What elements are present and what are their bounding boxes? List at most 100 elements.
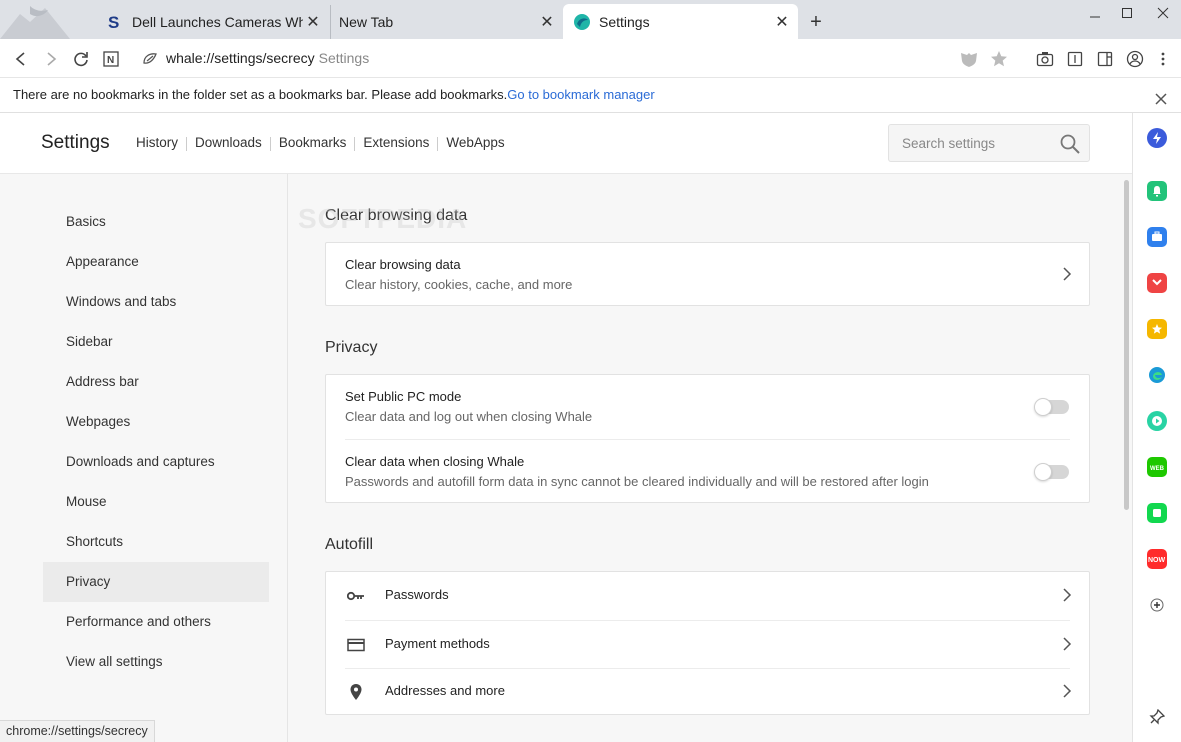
star-bookmark-icon[interactable] [1147,319,1167,339]
naver-home-icon[interactable]: N [100,48,122,70]
reader-mode-icon[interactable] [1064,48,1086,70]
chevron-right-icon [1062,637,1072,651]
bookmarks-bar: There are no bookmarks in the folder set… [0,78,1181,113]
sidebar-item-windows-tabs[interactable]: Windows and tabs [43,282,269,322]
whale-logo [0,0,96,39]
location-pin-icon [347,683,365,701]
page-title: Settings [41,132,110,153]
privacy-card: Set Public PC mode Clear data and log ou… [325,374,1090,503]
profile-icon[interactable] [1124,48,1146,70]
play-icon[interactable] [1147,411,1167,431]
pin-icon[interactable] [1147,707,1167,727]
menu-more-icon[interactable] [1152,48,1174,70]
chevron-right-icon [1062,267,1072,281]
chevron-right-icon [1062,588,1072,602]
row-subtitle: Passwords and autofill form data in sync… [345,474,929,489]
sidebar-item-privacy[interactable]: Privacy [43,562,269,602]
star-icon[interactable] [988,48,1010,70]
forward-icon[interactable] [40,48,62,70]
public-pc-toggle[interactable] [1034,398,1069,416]
clear-browsing-row[interactable]: Clear browsing data Clear history, cooki… [326,243,1089,307]
nav-webapps[interactable]: WebApps [438,135,512,151]
sidebar-item-sidebar[interactable]: Sidebar [43,322,269,362]
url-text: whale://settings/secrecy [166,50,315,66]
add-icon[interactable] [1147,595,1167,615]
whale-sidebar: WEB NOW [1132,113,1181,742]
minimize-icon[interactable] [1078,0,1112,26]
split-view-icon[interactable] [1094,48,1116,70]
tab-new-tab[interactable]: New Tab ✕ [330,5,563,39]
sidebar-item-appearance[interactable]: Appearance [43,242,269,282]
tab-title: Dell Launches Cameras Whose [132,14,303,30]
addresses-label: Addresses and more [385,683,505,698]
nav-bookmarks[interactable]: Bookmarks [271,135,355,151]
square-app-icon[interactable] [1147,503,1167,523]
credit-card-icon [347,636,365,654]
clear-on-close-row: Clear data when closing Whale Passwords … [326,440,1089,504]
edge-icon[interactable] [1147,365,1167,385]
clear-browsing-card[interactable]: Clear browsing data Clear history, cooki… [325,242,1090,306]
passwords-row[interactable]: Passwords [326,572,1089,620]
close-icon[interactable] [1153,86,1169,105]
close-tab-icon[interactable]: ✕ [772,12,792,32]
row-subtitle: Clear history, cookies, cache, and more [345,277,573,292]
svg-text:S: S [108,13,119,31]
close-tab-icon[interactable]: ✕ [303,12,323,32]
sidebar-item-webpages[interactable]: Webpages [43,402,269,442]
scrollbar[interactable] [1124,180,1129,510]
tab-settings[interactable]: Settings ✕ [563,4,798,39]
nav-downloads[interactable]: Downloads [187,135,270,151]
address-bar[interactable]: whale://settings/secrecy Settings [166,50,369,66]
svg-text:NOW: NOW [1148,557,1166,564]
url-page-title: Settings [318,50,370,66]
whale-favicon-icon [573,13,591,31]
sidebar-item-downloads[interactable]: Downloads and captures [43,442,269,482]
sidebar-item-address-bar[interactable]: Address bar [43,362,269,402]
close-window-icon[interactable] [1146,0,1180,26]
tab-title: Settings [599,13,650,30]
bookmark-manager-link[interactable]: Go to bookmark manager [507,87,654,102]
payment-methods-row[interactable]: Payment methods [326,621,1089,669]
notification-bell-icon[interactable] [1147,181,1167,201]
row-title: Clear data when closing Whale [345,454,525,469]
sidebar-item-basics[interactable]: Basics [43,202,269,242]
toolbar: N whale://settings/secrecy Settings [0,39,1181,78]
close-tab-icon[interactable]: ✕ [537,12,557,32]
capture-icon[interactable] [1034,48,1056,70]
briefcase-icon[interactable] [1147,227,1167,247]
search-input[interactable]: Search settings [888,124,1090,162]
payment-methods-label: Payment methods [385,636,490,651]
whale-site-icon[interactable] [139,48,161,70]
svg-text:N: N [107,55,114,66]
shield-icon[interactable] [958,48,980,70]
svg-text:WEB: WEB [1150,466,1165,472]
addresses-row[interactable]: Addresses and more [326,669,1089,716]
settings-nav: History Downloads Bookmarks Extensions W… [136,135,513,151]
watermark: SOFTPEDIA [298,203,468,234]
toggle-knob [1034,463,1052,481]
tab-dell[interactable]: S Dell Launches Cameras Whose ✕ [96,5,329,39]
tab-strip: S Dell Launches Cameras Whose ✕ New Tab … [0,0,1181,39]
sidebar-item-view-all[interactable]: View all settings [43,642,269,682]
quick-search-icon[interactable] [1147,128,1167,148]
nav-extensions[interactable]: Extensions [355,135,437,151]
sidebar-item-performance[interactable]: Performance and others [43,602,269,642]
search-icon[interactable] [1059,133,1081,160]
row-title: Clear browsing data [345,257,461,272]
now-app-icon[interactable]: NOW [1147,549,1167,569]
reload-icon[interactable] [70,48,92,70]
sidebar-item-mouse[interactable]: Mouse [43,482,269,522]
nav-history[interactable]: History [136,135,186,151]
back-icon[interactable] [10,48,32,70]
chevron-right-icon [1062,684,1072,698]
sidebar-item-shortcuts[interactable]: Shortcuts [43,522,269,562]
pocket-icon[interactable] [1147,273,1167,293]
settings-sidebar: Basics Appearance Windows and tabs Sideb… [0,174,288,742]
new-tab-button[interactable]: + [806,12,826,32]
status-bar: chrome://settings/secrecy [0,720,155,742]
clear-on-close-toggle[interactable] [1034,463,1069,481]
settings-main: Clear browsing data Clear browsing data … [288,174,1132,742]
webtoon-icon[interactable]: WEB [1147,457,1167,477]
toggle-knob [1034,398,1052,416]
maximize-icon[interactable] [1110,0,1144,26]
